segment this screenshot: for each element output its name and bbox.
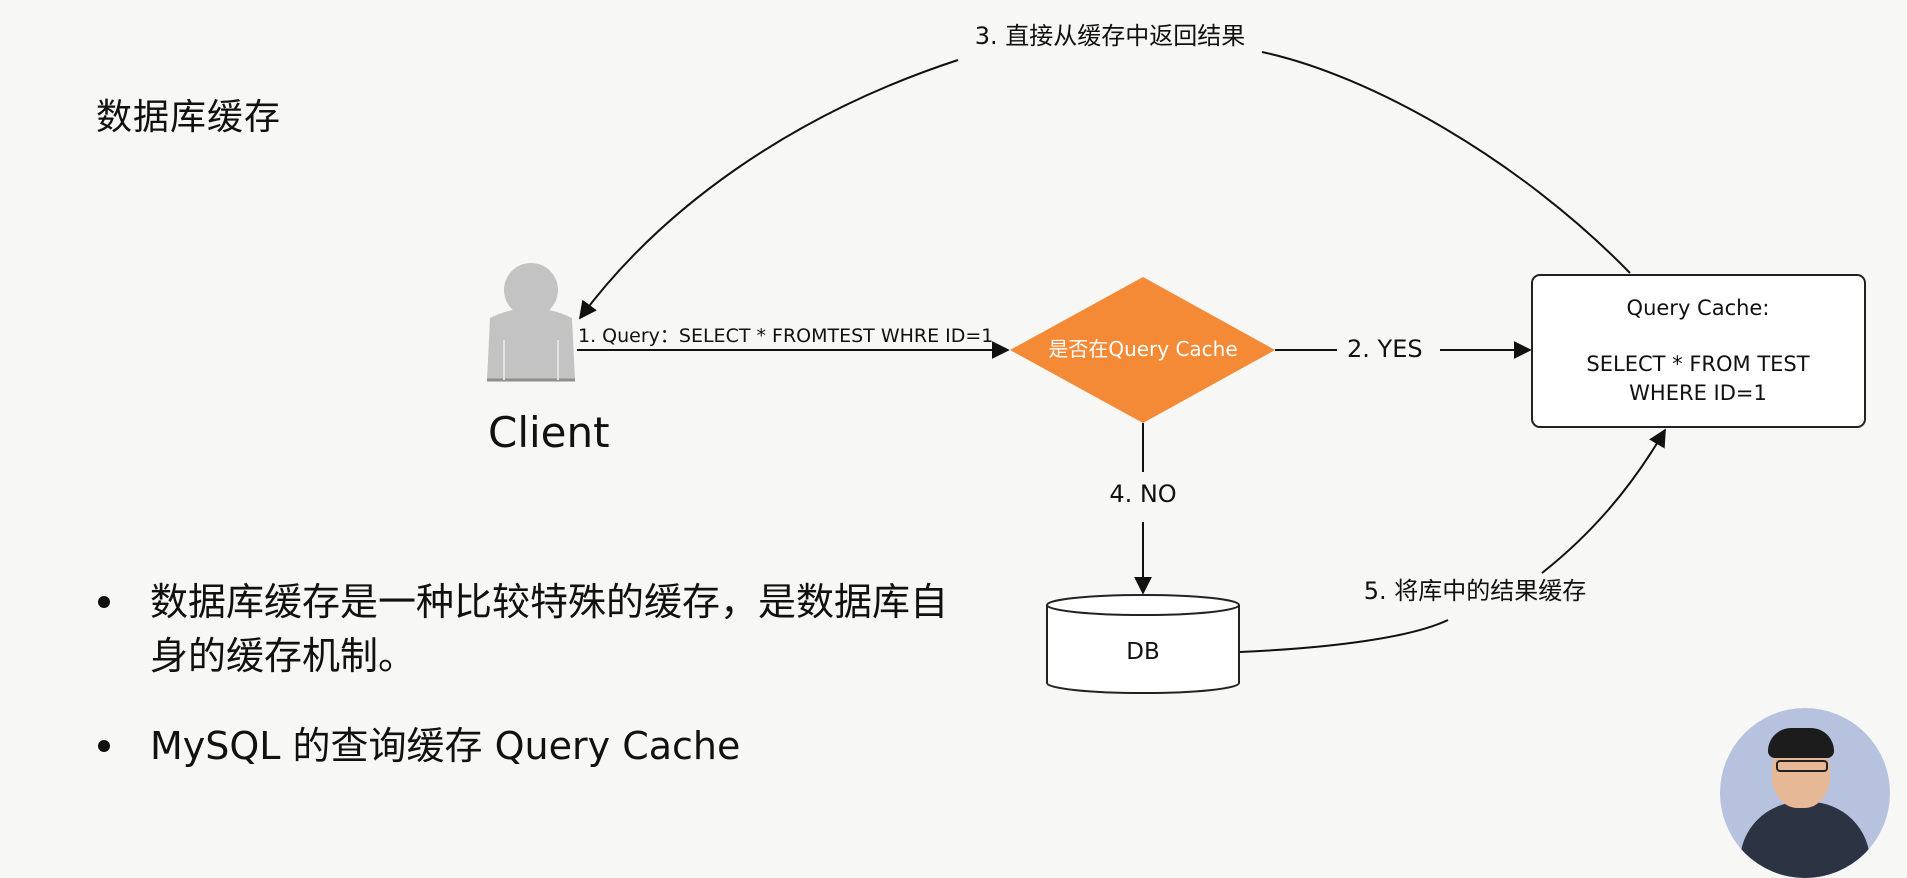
client-label: Client xyxy=(488,408,610,457)
cache-line-1: SELECT * FROM TEST xyxy=(1586,352,1809,376)
return-arrow-left xyxy=(578,59,959,320)
cache-line-2: WHERE ID=1 xyxy=(1629,381,1767,405)
bullet-dot-icon xyxy=(98,740,110,752)
yes-label: 2. YES xyxy=(1347,335,1423,363)
query-label: 1. Query：SELECT * FROMTEST WHRE ID=1 xyxy=(578,325,993,347)
decision-label: 是否在Query Cache xyxy=(1048,337,1237,361)
bullet-dot-icon xyxy=(98,596,110,608)
store-label: 5. 将库中的结果缓存 xyxy=(1364,577,1587,605)
slide: 数据库缓存 Client 1. Query：SELECT * FROMTEST … xyxy=(0,0,1907,878)
bullet-list: 数据库缓存是一种比较特殊的缓存，是数据库自身的缓存机制。 MySQL 的查询缓存… xyxy=(96,575,976,809)
no-label: 4. NO xyxy=(1109,480,1176,508)
presenter-glasses xyxy=(1776,760,1828,772)
presenter-hair xyxy=(1768,728,1834,758)
presenter-webcam-avatar xyxy=(1720,708,1890,878)
cache-title: Query Cache: xyxy=(1627,296,1770,320)
bullet-text: 数据库缓存是一种比较特殊的缓存，是数据库自身的缓存机制。 xyxy=(150,580,949,678)
bullet-item: 数据库缓存是一种比较特殊的缓存，是数据库自身的缓存机制。 xyxy=(96,575,976,683)
store-arrow-top xyxy=(1541,428,1666,574)
db-label: DB xyxy=(1126,639,1160,665)
bullet-text: MySQL 的查询缓存 Query Cache xyxy=(150,724,741,768)
return-arrow-right xyxy=(1261,51,1631,274)
client-person-icon xyxy=(487,263,575,382)
store-arrow-bottom xyxy=(1239,619,1449,653)
return-label: 3. 直接从缓存中返回结果 xyxy=(975,22,1246,50)
bullet-item: MySQL 的查询缓存 Query Cache xyxy=(96,719,976,773)
presenter-shoulders xyxy=(1740,802,1870,878)
